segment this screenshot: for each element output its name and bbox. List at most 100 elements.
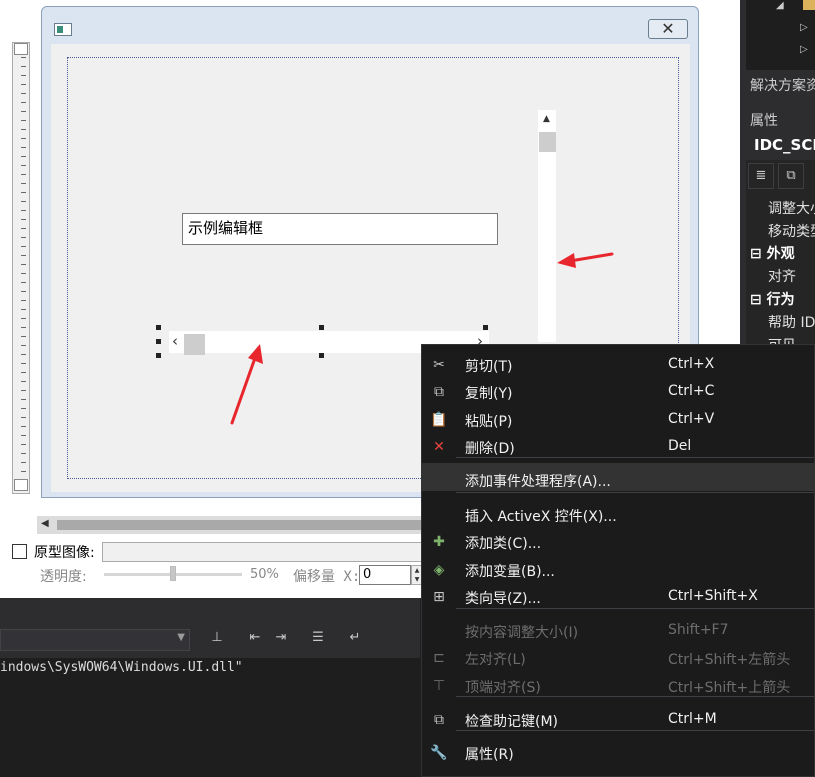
ruler-tick bbox=[21, 417, 26, 418]
menu-item[interactable]: ✂ 剪切(T) Ctrl+X bbox=[422, 351, 815, 379]
tree-expanded-icon[interactable]: ◢ bbox=[776, 0, 784, 11]
prototype-image-path-field[interactable] bbox=[102, 542, 432, 562]
opacity-slider-knob[interactable] bbox=[170, 566, 176, 581]
menu-item-shortcut: Shift+F7 bbox=[668, 622, 729, 638]
resize-handle[interactable] bbox=[319, 353, 324, 358]
close-button[interactable]: ✕ bbox=[648, 19, 688, 39]
collapse-icon[interactable]: ⊟ bbox=[750, 246, 767, 262]
find-message-icon[interactable]: ⊥ bbox=[208, 630, 226, 648]
class-wizard-icon: ⊞ bbox=[433, 589, 445, 605]
tree-collapsed-icon[interactable]: ▷ bbox=[800, 44, 808, 55]
menu-item[interactable]: ✕ 删除(D) Del bbox=[422, 433, 815, 461]
folder-icon bbox=[803, 0, 815, 10]
resize-handle[interactable] bbox=[483, 325, 488, 330]
property-row[interactable]: 对齐 bbox=[768, 266, 796, 286]
menu-item[interactable]: ⧉ 检查助记键(M) Ctrl+M bbox=[422, 706, 815, 734]
add-variable-icon: ◈ bbox=[433, 562, 445, 578]
menu-item-label: 左对齐(L) bbox=[465, 652, 526, 668]
menu-item-label: 复制(Y) bbox=[465, 386, 513, 402]
menu-item-shortcut: Ctrl+Shift+左箭头 bbox=[668, 652, 791, 668]
menu-item[interactable]: 🔧 属性(R) bbox=[422, 739, 815, 767]
menu-item-shortcut: Del bbox=[668, 438, 692, 454]
check-mnemonics-icon: ⧉ bbox=[434, 712, 444, 728]
copy-icon: ⧉ bbox=[434, 384, 444, 400]
scroll-up-icon: ▲ bbox=[543, 114, 550, 124]
paste-icon: 📋 bbox=[430, 412, 448, 428]
align-left-icon: ⊏ bbox=[433, 650, 445, 666]
property-row[interactable]: 调整大小 bbox=[768, 198, 815, 218]
align-top-icon: ⊤ bbox=[432, 678, 446, 694]
output-source-dropdown[interactable]: ▼ bbox=[0, 629, 190, 651]
scroll-left-icon: ‹ bbox=[172, 332, 178, 350]
menu-item-label: 按内容调整大小(I) bbox=[465, 625, 579, 641]
ruler-tick bbox=[21, 426, 26, 427]
close-icon: ✕ bbox=[661, 19, 675, 38]
resize-handle[interactable] bbox=[156, 353, 161, 358]
menu-item-label: 添加类(C)... bbox=[465, 536, 542, 552]
menu-item[interactable]: 📋 粘贴(P) Ctrl+V bbox=[422, 406, 815, 434]
prototype-image-label: 原型图像: bbox=[34, 545, 95, 561]
next-message-icon[interactable]: ⇥ bbox=[272, 630, 290, 648]
tab-solution-explorer[interactable]: 解决方案资 bbox=[750, 75, 815, 95]
word-wrap-icon[interactable]: ↵ bbox=[346, 630, 364, 648]
ruler-tick bbox=[21, 399, 26, 400]
ruler-tick bbox=[21, 435, 26, 436]
ruler-cap bbox=[14, 479, 28, 491]
ruler-tick bbox=[21, 282, 26, 283]
vertical-ruler[interactable] bbox=[12, 42, 30, 494]
horizontal-scrollbar-thumb[interactable] bbox=[184, 334, 205, 355]
menu-item-shortcut: Ctrl+V bbox=[668, 411, 715, 427]
property-pages-icon[interactable]: ⧉ bbox=[778, 163, 804, 189]
previous-message-icon[interactable]: ⇤ bbox=[246, 630, 264, 648]
property-category[interactable]: ⊟ 外观 bbox=[750, 243, 795, 263]
menu-item-shortcut: Ctrl+X bbox=[668, 356, 715, 372]
offset-x-input[interactable]: 0 bbox=[359, 565, 411, 585]
output-toolbar: ▼ ⊥ ⇤ ⇥ ☰ ↵ bbox=[0, 622, 420, 658]
menu-item-shortcut: Ctrl+C bbox=[668, 383, 715, 399]
tree-collapsed-icon[interactable]: ▷ bbox=[800, 22, 808, 33]
menu-item[interactable]: 添加事件处理程序(A)... bbox=[422, 463, 815, 491]
menu-item[interactable]: ✚ 添加类(C)... bbox=[422, 528, 815, 556]
ruler-cap bbox=[14, 43, 28, 55]
menu-item[interactable]: 插入 ActiveX 控件(X)... bbox=[422, 501, 815, 529]
ruler-tick bbox=[21, 363, 26, 364]
menu-item[interactable]: ⊞ 类向导(Z)... Ctrl+Shift+X bbox=[422, 583, 815, 611]
vertical-scrollbar-thumb[interactable] bbox=[539, 132, 556, 152]
ruler-tick bbox=[21, 372, 26, 373]
chevron-down-icon: ▼ bbox=[177, 632, 185, 643]
example-edit-box[interactable]: 示例编辑框 bbox=[182, 213, 498, 245]
resize-handle[interactable] bbox=[156, 325, 161, 330]
clear-all-icon[interactable]: ☰ bbox=[309, 630, 327, 648]
context-menu: ✂ 剪切(T) Ctrl+X ⧉ 复制(Y) Ctrl+C 📋 粘贴(P) Ctrl+V ✕ 删除(… bbox=[421, 344, 815, 777]
resize-handle[interactable] bbox=[319, 325, 324, 330]
resize-handle[interactable] bbox=[156, 339, 161, 344]
app-icon bbox=[54, 23, 72, 36]
ruler-tick bbox=[21, 129, 26, 130]
properties-object-id[interactable]: IDC_SCR bbox=[754, 136, 815, 154]
ruler-tick bbox=[21, 327, 26, 328]
menu-item-label: 剪切(T) bbox=[465, 359, 513, 375]
ruler-tick bbox=[21, 462, 26, 463]
prototype-image-checkbox[interactable] bbox=[12, 544, 27, 559]
ruler-tick bbox=[21, 291, 26, 292]
ruler-tick bbox=[21, 444, 26, 445]
property-row[interactable]: 帮助 ID bbox=[768, 312, 815, 332]
ruler-tick bbox=[21, 138, 26, 139]
categorized-icon[interactable]: ≣ bbox=[748, 163, 774, 189]
menu-item: ⊤ 顶端对齐(S) Ctrl+Shift+上箭头 bbox=[422, 672, 815, 700]
dialog-titlebar: ✕ bbox=[42, 7, 698, 45]
ruler-tick bbox=[21, 174, 26, 175]
ruler-tick bbox=[21, 102, 26, 103]
ruler-tick bbox=[21, 165, 26, 166]
solution-tree[interactable]: ◢ ▷ ▷ bbox=[746, 0, 815, 70]
property-row[interactable]: 移动类型 bbox=[768, 221, 815, 241]
delete-icon: ✕ bbox=[433, 439, 445, 455]
menu-item[interactable]: ◈ 添加变量(B)... bbox=[422, 556, 815, 584]
property-category[interactable]: ⊟ 行为 bbox=[750, 289, 795, 309]
menu-item[interactable]: ⧉ 复制(Y) Ctrl+C bbox=[422, 378, 815, 406]
property-category-label: 外观 bbox=[766, 246, 795, 262]
vertical-scrollbar-control[interactable]: ▲ bbox=[538, 110, 556, 342]
ruler-tick bbox=[21, 336, 26, 337]
ruler-tick bbox=[21, 309, 26, 310]
collapse-icon[interactable]: ⊟ bbox=[750, 292, 767, 308]
